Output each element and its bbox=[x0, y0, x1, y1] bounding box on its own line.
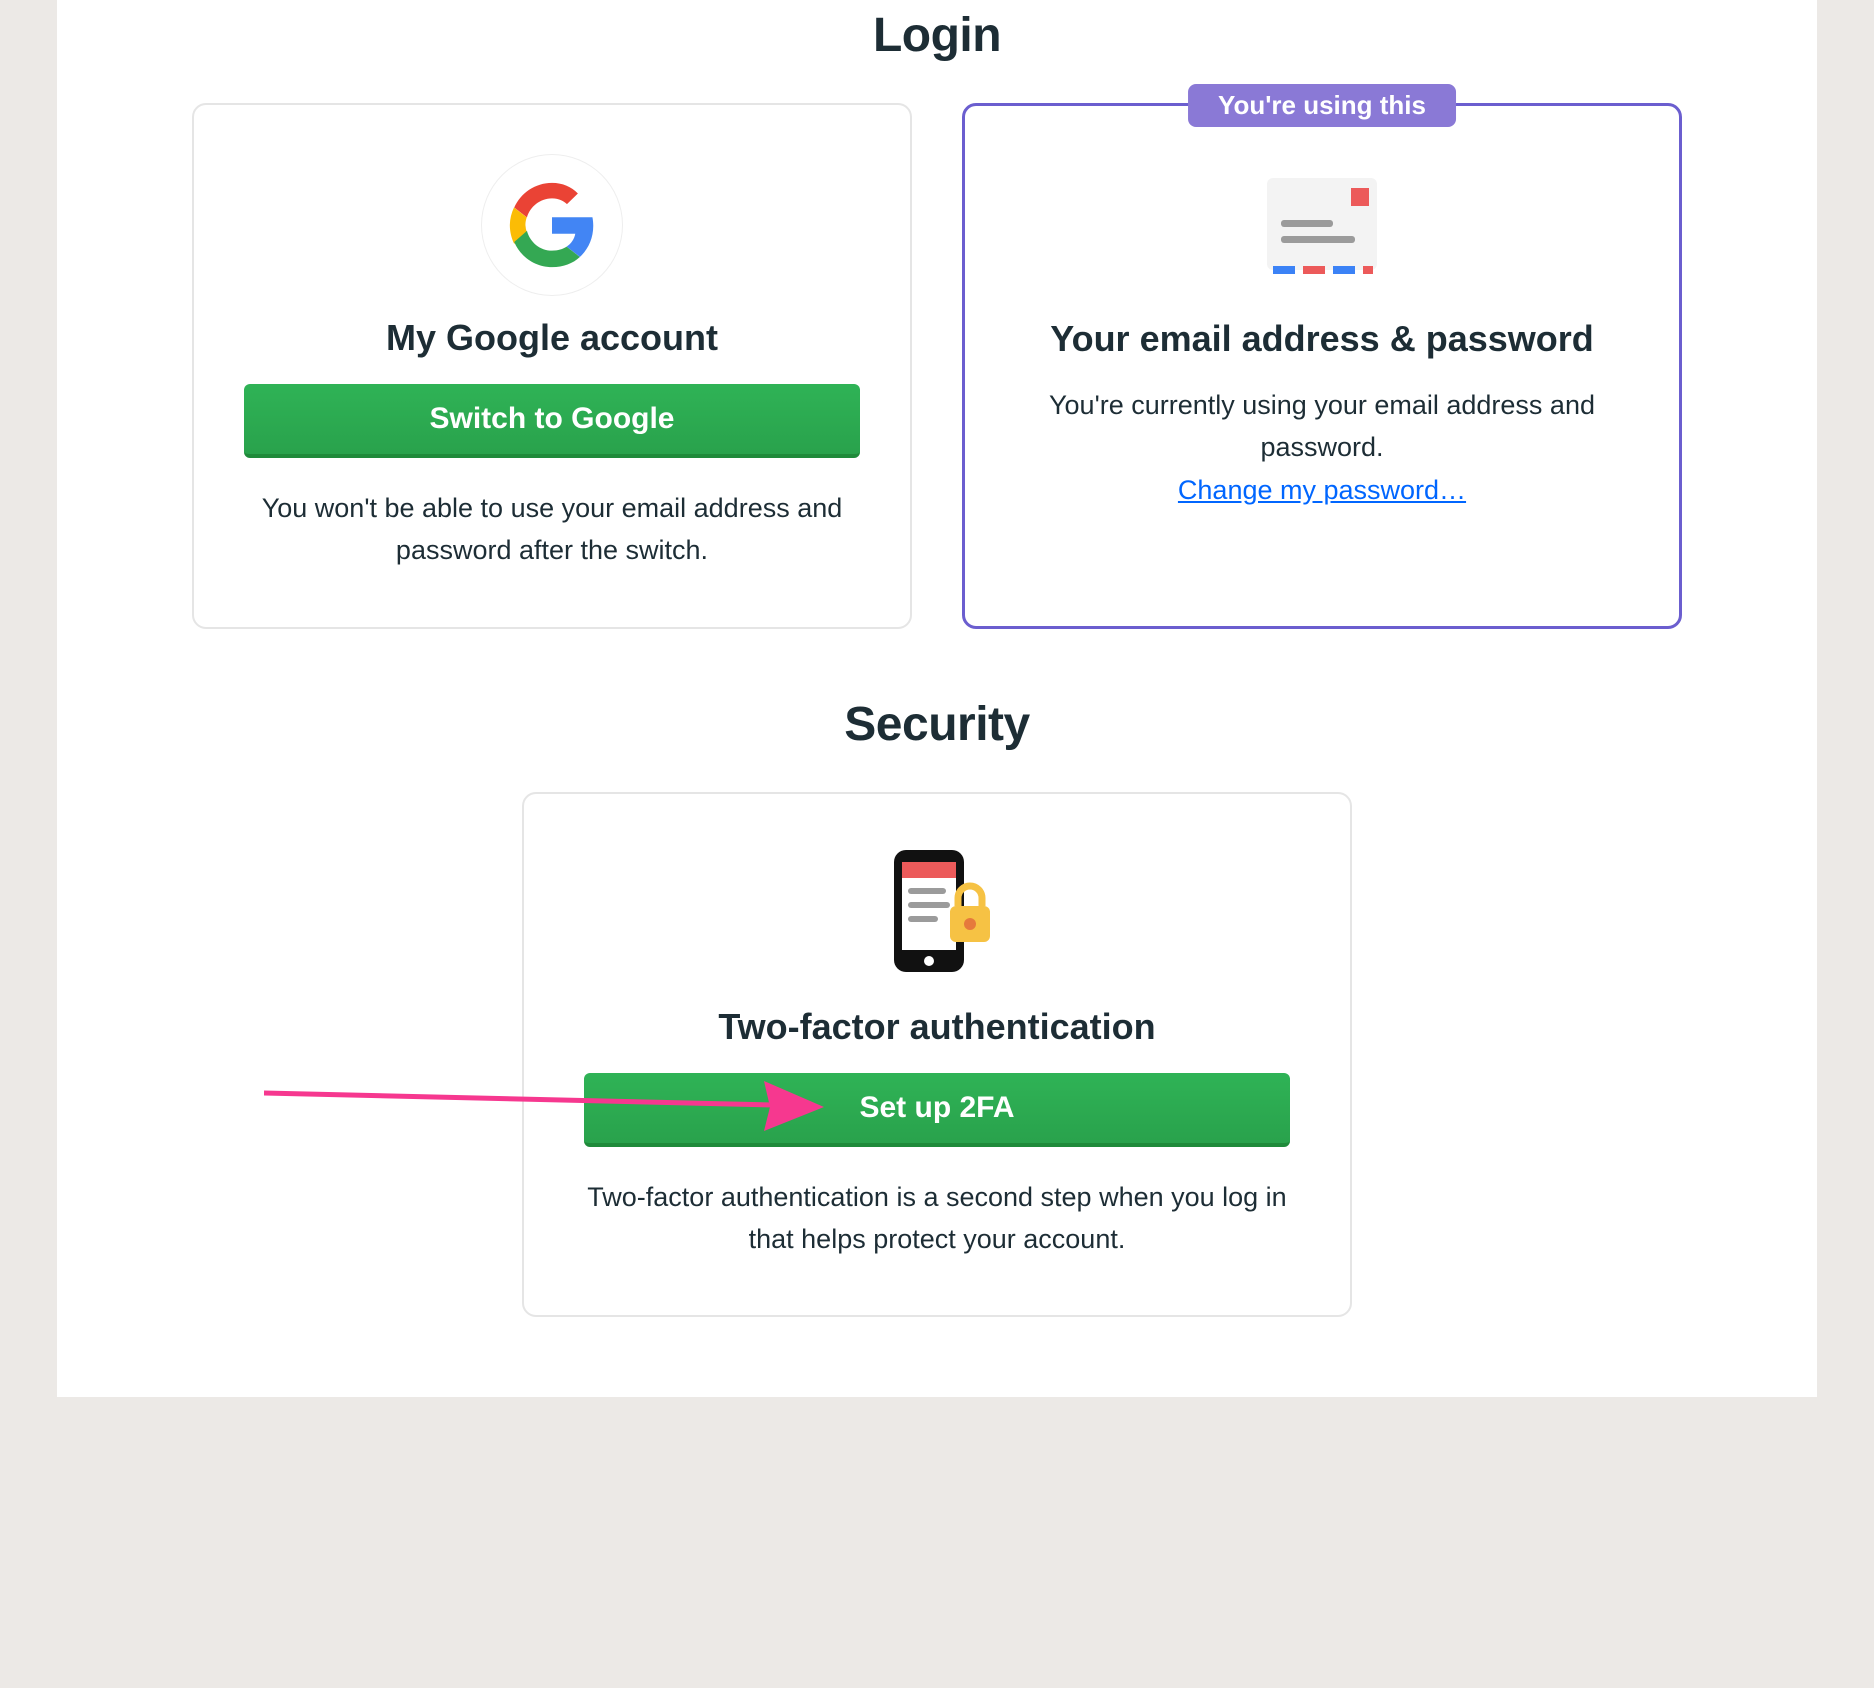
tfa-card-description: Two-factor authentication is a second st… bbox=[584, 1177, 1290, 1261]
switch-to-google-button[interactable]: Switch to Google bbox=[244, 384, 860, 458]
email-card-description: You're currently using your email addres… bbox=[1015, 385, 1629, 469]
setup-2fa-button[interactable]: Set up 2FA bbox=[584, 1073, 1290, 1147]
google-icon bbox=[244, 155, 860, 295]
google-card-description: You won't be able to use your email addr… bbox=[244, 488, 860, 572]
google-card-title: My Google account bbox=[244, 315, 860, 360]
login-cards-row: My Google account Switch to Google You w… bbox=[127, 103, 1747, 629]
email-icon bbox=[1015, 156, 1629, 296]
email-login-card: You're using this Your email address & p… bbox=[962, 103, 1682, 629]
google-login-card: My Google account Switch to Google You w… bbox=[192, 103, 912, 629]
security-heading: Security bbox=[127, 689, 1747, 792]
active-badge: You're using this bbox=[1188, 84, 1456, 127]
email-card-title: Your email address & password bbox=[1015, 316, 1629, 361]
settings-page: Login My Google account Switch to Google… bbox=[57, 0, 1817, 1397]
tfa-card: Two-factor authentication Set up 2FA Two… bbox=[522, 792, 1352, 1318]
security-row: Two-factor authentication Set up 2FA Two… bbox=[127, 792, 1747, 1318]
phone-lock-icon bbox=[584, 844, 1290, 984]
change-password-link[interactable]: Change my password… bbox=[1178, 475, 1466, 506]
login-heading: Login bbox=[127, 0, 1747, 103]
tfa-card-title: Two-factor authentication bbox=[584, 1004, 1290, 1049]
